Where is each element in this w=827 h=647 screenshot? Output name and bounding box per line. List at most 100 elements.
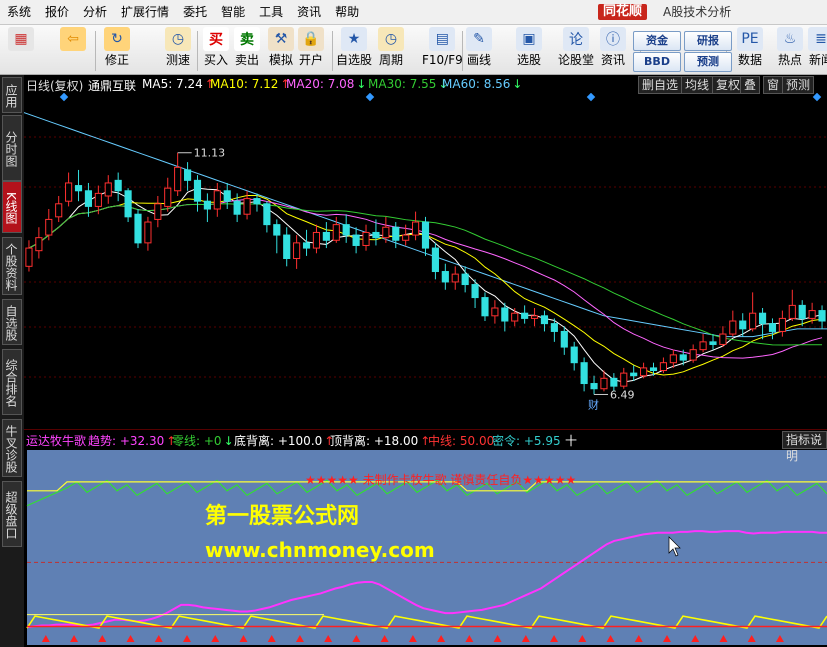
toolbar-box-3[interactable]: 预测	[684, 52, 732, 72]
left-tab-6[interactable]: 牛叉诊股	[2, 419, 22, 477]
left-tab-2[interactable]: K线图	[2, 181, 22, 233]
draw-button[interactable]: ✎ 画线	[466, 27, 492, 68]
chart-button-4[interactable]: 窗	[763, 76, 784, 94]
news-button[interactable]: ⓘ 资讯	[600, 27, 626, 68]
new-button[interactable]: ≣ 新闻	[808, 27, 827, 68]
color-button[interactable]: ▦	[8, 27, 34, 52]
candle	[302, 229, 311, 256]
event-marker-icon	[365, 92, 375, 102]
buy-button[interactable]: 买买入	[203, 27, 229, 68]
indicator-name[interactable]: 运达牧牛歌	[26, 432, 86, 449]
indicator-help-button[interactable]: 指标说明	[782, 431, 827, 463]
candle-body	[352, 234, 360, 246]
left-tab-1[interactable]: 分时图	[2, 115, 22, 181]
simulate-button[interactable]: ⚒ 模拟	[268, 27, 294, 68]
candle	[461, 266, 469, 293]
hot-button[interactable]: ♨ 热点	[777, 27, 803, 68]
chart-button-3[interactable]: 叠	[740, 76, 761, 94]
fix-button[interactable]: ↻ 修正	[104, 27, 130, 68]
chart-button-1[interactable]: 均线	[681, 76, 714, 94]
watermark-title: 第一股票公式网	[205, 504, 360, 529]
toolbar: ▦ ⇦ ↻ 修正 ◷ 测速买买入卖卖出 ⚒ 模拟 🔒 开户 ★ 自选股 ◷ 周期 ▤ F10/F9 ✎ 画线 ▣ 选股…	[0, 25, 827, 75]
menu-item-0[interactable]: 系统	[0, 0, 38, 24]
candle-body	[164, 187, 172, 207]
speed-button[interactable]: ◷ 测速	[165, 27, 191, 68]
candle-body	[362, 231, 370, 246]
menu-item-8[interactable]: 帮助	[328, 0, 366, 24]
candle-body	[729, 320, 737, 335]
candle	[590, 375, 598, 395]
left-tab-3[interactable]: 个股资料	[2, 237, 22, 295]
period-button[interactable]: ◷ 周期	[378, 27, 404, 68]
chart-button-0[interactable]: 删自选	[638, 76, 683, 94]
left-tab-0[interactable]: 应用	[2, 77, 22, 113]
candle-body	[778, 317, 786, 332]
menu-item-4[interactable]: 委托	[176, 0, 214, 24]
select-stock-button-label: 选股	[516, 53, 541, 67]
sell-icon: 卖	[234, 27, 260, 51]
candle-body	[679, 354, 687, 361]
indicator-item-4: 中线: 50.00	[428, 432, 494, 449]
left-tab-5[interactable]: 综合排名	[2, 349, 22, 415]
candle-body	[332, 224, 340, 241]
candle	[134, 209, 142, 249]
chart-button-5[interactable]: 预测	[782, 76, 815, 94]
candle-body	[501, 307, 509, 322]
menu-item-5[interactable]: 智能	[214, 0, 252, 24]
buy-button-label: 买入	[203, 53, 228, 67]
left-tab-7[interactable]: 超级盘口	[2, 481, 22, 547]
data-button[interactable]: PE 数据	[737, 27, 763, 68]
speed-button-label: 测速	[165, 53, 190, 67]
ma-label-4: MA60: 8.56 ↓	[442, 77, 522, 91]
candle	[699, 334, 707, 353]
watchlist-button[interactable]: ★ 自选股	[336, 27, 372, 68]
indicator-banner: ★★★★★ 未制作卡牧牛歌 谨慎责任自负★★★★★	[305, 473, 577, 487]
menu-item-1[interactable]: 报价	[38, 0, 76, 24]
brand-subtitle: A股技术分析	[663, 5, 732, 19]
candle-body	[530, 315, 539, 319]
candle-body	[540, 315, 549, 325]
back-button[interactable]: ⇦	[60, 27, 86, 52]
candle	[65, 172, 73, 207]
candle-body	[798, 304, 806, 319]
period-label[interactable]: 日线(复权)	[26, 77, 83, 94]
candle-body	[521, 312, 529, 319]
candle	[342, 214, 350, 243]
toolbar-box-2[interactable]: BBD	[633, 52, 681, 72]
pe-icon: PE	[737, 27, 763, 51]
open-account-button[interactable]: 🔒 开户	[298, 27, 324, 68]
candle	[540, 310, 549, 332]
toolbar-box-1[interactable]: 研报	[684, 31, 732, 51]
sell-button[interactable]: 卖卖出	[234, 27, 260, 68]
candle-body	[144, 221, 152, 244]
forum-button[interactable]: 论论股堂	[558, 27, 594, 68]
toolbar-box-0[interactable]: 资金	[633, 31, 681, 51]
candle-body	[184, 169, 192, 181]
select-stock-button[interactable]: ▣ 选股	[516, 27, 542, 68]
candle	[511, 307, 519, 327]
menu-item-3[interactable]: 扩展行情	[114, 0, 176, 24]
candle	[481, 292, 489, 322]
forum-icon: 论	[563, 27, 589, 51]
candle-body	[114, 179, 122, 192]
left-tab-4[interactable]: 自选股	[2, 299, 22, 345]
open-account-button-label: 开户	[298, 53, 323, 67]
candle	[104, 175, 112, 204]
watermark-url: www.chnmoney.com	[205, 538, 435, 562]
candle-body	[233, 200, 241, 215]
candle-body	[560, 330, 568, 348]
fire-icon: ♨	[777, 27, 803, 51]
arrow-down-icon: ↓	[512, 77, 523, 91]
candle-body	[124, 190, 132, 218]
low-label: 6.49	[610, 388, 635, 401]
stock-name: 通鼎互联	[88, 79, 137, 93]
menu-item-2[interactable]: 分析	[76, 0, 114, 24]
indicator-value: 底背离: +100.0	[234, 434, 323, 448]
indicator-value: 顶背离: +18.00	[330, 434, 419, 448]
menu-item-7[interactable]: 资讯	[290, 0, 328, 24]
f10-button[interactable]: ▤ F10/F9	[422, 27, 463, 68]
candle	[45, 209, 53, 241]
f10-button-label: F10/F9	[422, 53, 463, 67]
menu-item-6[interactable]: 工具	[252, 0, 290, 24]
indicator-item-1: 零线: +0 ↓	[172, 432, 234, 449]
